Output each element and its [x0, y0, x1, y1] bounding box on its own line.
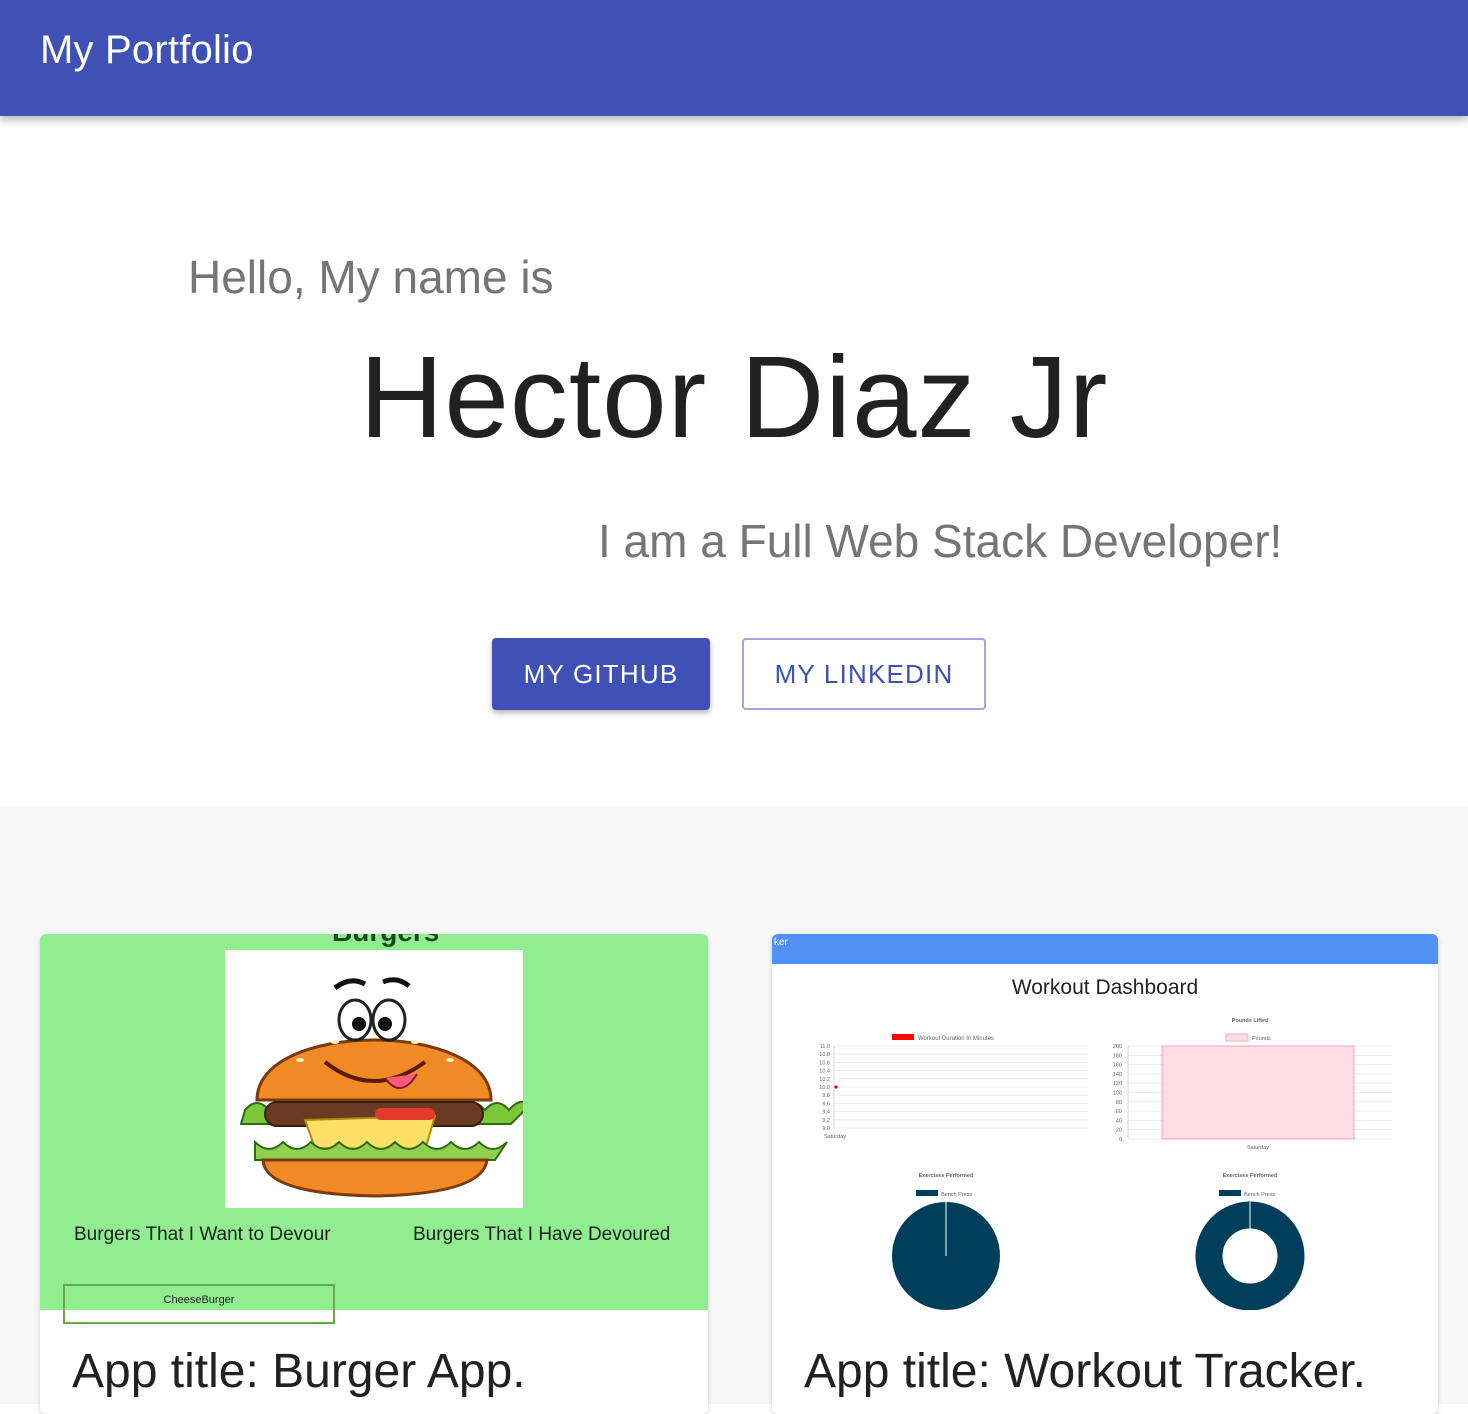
donut-legend-swatch: [1219, 1190, 1241, 1196]
line-y-tick: 10.8: [819, 1052, 830, 1058]
bar-y-tick: 120: [1113, 1081, 1122, 1087]
bar-data-bar: [1161, 1045, 1355, 1140]
bar-y-tick: 40: [1116, 1118, 1122, 1124]
bar-legend-swatch: [1225, 1033, 1249, 1042]
donut-legend-label: Bench Press: [1244, 1192, 1275, 1198]
role-text: I am a Full Web Stack Developer!: [598, 515, 1283, 567]
card-title-workout-tracker: App title: Workout Tracker.: [804, 1345, 1367, 1398]
projects-section: Burgers That I Want to Devour Burgers Th…: [0, 806, 1468, 1414]
burger-illustration: [225, 950, 531, 1208]
burger-app-screenshot[interactable]: Burgers That I Want to Devour Burgers Th…: [40, 934, 708, 1324]
developer-name: Hector Diaz Jr: [359, 332, 1109, 462]
bar-legend-label: Pounds: [1252, 1036, 1271, 1042]
pie-chart-title: Exercises Performed: [919, 1173, 974, 1179]
bar-y-tick: 60: [1116, 1109, 1122, 1115]
bar-y-tick: 0: [1119, 1137, 1122, 1143]
burger-cartoon-icon: [239, 977, 531, 1198]
burger-list-item: CheeseBurger: [63, 1284, 335, 1324]
bar-chart-title: Pounds Lifted: [1232, 1018, 1269, 1024]
bar-y-tick: 200: [1113, 1044, 1122, 1050]
have-devoured-label: Burgers That I Have Devoured: [413, 1224, 671, 1245]
bar-y-tick: 140: [1113, 1072, 1122, 1078]
line-y-tick: 10.2: [819, 1077, 830, 1083]
greeting-text: Hello, My name is: [188, 251, 554, 303]
donut-chart-title: Exercises Performed: [1223, 1173, 1278, 1179]
line-data-point: [834, 1085, 838, 1089]
line-y-tick: 10.4: [819, 1069, 830, 1075]
app-bar: My Portfolio: [0, 0, 1468, 116]
card-title-burger-app: App title: Burger App.: [72, 1345, 526, 1398]
line-legend-label: Workout Duration In Minutes: [918, 1036, 994, 1042]
workout-tracker-screenshot[interactable]: ker Workout Dashboard Workout Duration I…: [772, 934, 1438, 1310]
pie-legend-label: Bench Press: [941, 1192, 972, 1198]
bar-y-tick: 160: [1113, 1063, 1122, 1069]
line-y-tick: 11.0: [820, 1044, 830, 1050]
workout-dashboard-charts: Workout Duration In Minutes 11.0 10.8 10.6 1…: [819, 1018, 1392, 1310]
bar-y-tick: 180: [1113, 1053, 1122, 1059]
line-legend-swatch: [892, 1034, 914, 1040]
hero-section: Hello, My name is Hector Diaz Jr I am a …: [0, 116, 1468, 806]
want-to-devour-label: Burgers That I Want to Devour: [74, 1224, 331, 1245]
line-y-tick: 9.6: [822, 1101, 830, 1107]
project-card-workout-tracker[interactable]: ker Workout Dashboard Workout Duration I…: [772, 934, 1438, 1414]
line-y-tick: 9.0: [822, 1126, 830, 1132]
line-y-tick: 10.0: [819, 1085, 830, 1091]
linkedin-button[interactable]: MY LINKEDIN: [742, 638, 986, 710]
github-button[interactable]: MY GITHUB: [492, 638, 710, 710]
bar-x-label: Saturday: [1247, 1145, 1269, 1151]
app-title[interactable]: My Portfolio: [40, 28, 254, 73]
line-y-tick: 9.8: [822, 1093, 830, 1099]
line-y-tick: 9.2: [822, 1118, 830, 1124]
bar-y-tick: 20: [1116, 1128, 1122, 1134]
bar-y-tick: 80: [1116, 1100, 1122, 1106]
line-y-tick: 10.6: [819, 1060, 830, 1066]
bar-y-tick: 100: [1113, 1091, 1122, 1097]
pie-legend-swatch: [916, 1190, 938, 1196]
line-y-tick: 9.4: [822, 1110, 830, 1116]
line-x-label: Saturday: [824, 1134, 846, 1140]
project-card-burger-app[interactable]: Burgers That I Want to Devour Burgers Th…: [40, 934, 708, 1414]
burger-page-header: Burgers: [332, 934, 439, 948]
